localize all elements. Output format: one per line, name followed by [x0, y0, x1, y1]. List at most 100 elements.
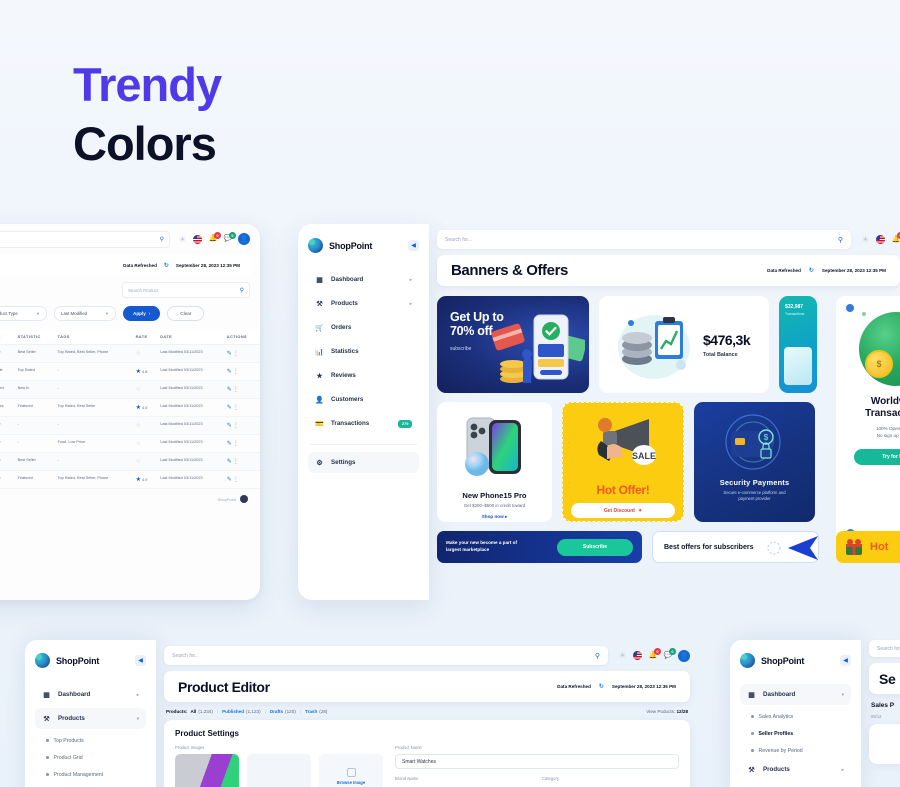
edit-icon[interactable]: ✎	[227, 459, 232, 465]
table-row[interactable]: $220ElectronicsSimpleBest Seller-☆ Last …	[0, 452, 260, 471]
tab-drafts[interactable]: Drafts	[270, 709, 283, 714]
clear-button[interactable]: Clear	[167, 306, 205, 321]
table-column-header[interactable]: DATE	[157, 329, 224, 345]
sidebar-item-orders[interactable]: 🛒Orders	[308, 317, 419, 338]
collapse-sidebar-button[interactable]: ◀	[840, 655, 851, 666]
table-column-header[interactable]: STATISTIC	[14, 329, 55, 345]
cell-actions[interactable]: ✎ ⋮	[223, 470, 260, 489]
refresh-icon[interactable]: ↻	[599, 683, 604, 690]
sidebar-item-reviews[interactable]: ★ Reviews	[308, 365, 419, 386]
search-icon[interactable]: ⚲	[160, 236, 164, 243]
cell-rate[interactable]: ☆	[132, 416, 158, 435]
banner-promo-card[interactable]: Get Up to 70% off subscribe	[437, 296, 589, 393]
search-input[interactable]: Search for... ⚲	[164, 646, 608, 665]
sidebar-item-transactions[interactable]: 💳 Transactions 279	[308, 413, 419, 434]
avatar[interactable]: 👤	[238, 233, 250, 245]
submenu-item-sales-analytics[interactable]: Sales Analytics	[751, 708, 851, 725]
cell-rate[interactable]: ☆	[132, 434, 158, 453]
edit-icon[interactable]: ✎	[227, 369, 232, 375]
sidebar-item-dashboard[interactable]: ▦ Dashboard ▸	[35, 684, 146, 705]
cell-actions[interactable]: ✎ ⋮	[223, 380, 260, 399]
tab-all[interactable]: All	[190, 709, 196, 714]
us-flag-icon[interactable]	[633, 651, 642, 660]
bell-icon[interactable]: 🔔 0	[891, 232, 900, 244]
more-options-icon[interactable]: ⋮	[233, 477, 239, 483]
subscribe-strip[interactable]: Make your new become a part of largest m…	[437, 531, 642, 563]
edit-icon[interactable]: ✎	[227, 477, 232, 483]
sidebar-item-products[interactable]: ⚒ Products ▸	[308, 293, 419, 314]
get-discount-button[interactable]: Get Discount ✦	[571, 503, 675, 518]
table-row[interactable]: $120FashionSimple--☆ Last Modified 03/11…	[0, 416, 260, 435]
cell-actions[interactable]: ✎ ⋮	[223, 362, 260, 381]
sidebar-item-settings[interactable]: ⚙ Settings	[308, 452, 419, 473]
cell-rate[interactable]: ★ 4.9	[132, 470, 158, 489]
edit-icon[interactable]: ✎	[227, 441, 232, 447]
cell-actions[interactable]: ✎ ⋮	[223, 434, 260, 453]
edit-icon[interactable]: ✎	[227, 387, 232, 393]
more-options-icon[interactable]: ⋮	[233, 423, 239, 429]
more-options-icon[interactable]: ⋮	[233, 459, 239, 465]
more-options-icon[interactable]: ⋮	[233, 441, 239, 447]
us-flag-icon[interactable]	[876, 235, 885, 244]
sun-icon[interactable]: ☀	[618, 651, 627, 660]
table-row[interactable]: $280ElectronicsSimpleBest SellerTop Rate…	[0, 344, 260, 363]
cell-rate[interactable]: ☆	[132, 380, 158, 399]
table-column-header[interactable]: TYPE	[0, 329, 15, 345]
more-options-icon[interactable]: ⋮	[233, 369, 239, 375]
cell-rate[interactable]: ★ 4.8	[132, 362, 158, 381]
more-options-icon[interactable]: ⋮	[233, 405, 239, 411]
collapse-sidebar-button[interactable]: ◀	[408, 240, 419, 251]
banner-hot-offer-card[interactable]: SALE Hot Offer! Get Discount ✦	[562, 402, 684, 522]
cell-rate[interactable]: ☆	[132, 344, 158, 363]
search-icon[interactable]: ⚲	[595, 652, 600, 660]
banner-phone-card[interactable]: New Phone15 Pro Get $200–$600 in credit …	[437, 402, 552, 522]
banner-security-card[interactable]: $ Security Payments Secure e-commerce pl…	[694, 402, 815, 522]
sidebar-item-orders[interactable]: 🛒Orders	[740, 783, 851, 787]
cell-actions[interactable]: ✎ ⋮	[223, 452, 260, 471]
tab-published[interactable]: Published	[222, 709, 244, 714]
submenu-item-revenue-by-period[interactable]: Revenue by Period	[751, 742, 851, 759]
hot-strip[interactable]: Hot	[836, 531, 900, 563]
sidebar-item-products[interactable]: ⚒ Products ▾	[35, 708, 146, 729]
sun-icon[interactable]: ☀	[178, 235, 187, 244]
submenu-item-top-products[interactable]: Top Products	[46, 732, 146, 749]
table-row[interactable]: $1.20Food & DrinksSimple-Food, Low Price…	[0, 434, 260, 453]
shop-now-link[interactable]: Shop now ▸	[445, 514, 544, 520]
banner-transactions-card[interactable]: $32,987 Transactions	[779, 296, 817, 393]
sidebar-item-dashboard[interactable]: ▦ Dashboard ▸	[308, 269, 419, 290]
cell-actions[interactable]: ✎ ⋮	[223, 344, 260, 363]
submenu-item-product-categories[interactable]: Product Categories	[46, 783, 146, 787]
search-icon[interactable]: ⚲	[240, 287, 244, 294]
brand[interactable]: ShopPoint ◀	[740, 653, 851, 668]
brand[interactable]: ShopPoint ◀	[308, 238, 419, 253]
submenu-item-seller-profiles[interactable]: Seller Profiles	[751, 725, 851, 742]
sidebar-item-statistics[interactable]: 📊 Statistics	[308, 341, 419, 362]
submenu-item-product-grid[interactable]: Product Grid	[46, 749, 146, 766]
table-row[interactable]: $460ElectronicsVariableTop Rated-★ 4.8La…	[0, 362, 260, 381]
product-image-thumb-empty[interactable]	[247, 754, 311, 787]
chat-icon[interactable]: 💬 0	[663, 648, 676, 660]
edit-icon[interactable]: ✎	[227, 351, 232, 357]
more-options-icon[interactable]: ⋮	[233, 387, 239, 393]
submenu-item-product-management[interactable]: Product Management	[46, 766, 146, 783]
filter-last-modified[interactable]: Last Modified ▼	[54, 306, 116, 321]
bell-icon[interactable]: 🔔 0	[648, 648, 661, 660]
search-input[interactable]: Search for...	[869, 640, 900, 657]
chat-icon[interactable]: 💬 0	[223, 231, 236, 244]
tab-trash[interactable]: Trash	[305, 709, 317, 714]
sidebar-item-products[interactable]: ⚒ Products ▸	[740, 759, 851, 780]
best-offers-strip[interactable]: Best offers for subscribers	[652, 531, 819, 563]
edit-icon[interactable]: ✎	[227, 405, 232, 411]
table-column-header[interactable]: RATE	[132, 329, 158, 345]
table-column-header[interactable]: TAGS	[54, 329, 133, 345]
us-flag-icon[interactable]	[193, 234, 202, 244]
avatar[interactable]: 👤	[678, 649, 690, 662]
subscribe-button[interactable]: Subscribe	[557, 538, 633, 556]
cell-actions[interactable]: ✎ ⋮	[223, 416, 260, 435]
sidebar-item-dashboard[interactable]: ▦ Dashboard ▾	[740, 684, 851, 705]
table-row[interactable]: $640ElectronicsSimpleFeaturedTop Rated, …	[0, 470, 260, 489]
product-name-input[interactable]: Smart Watches	[395, 754, 679, 769]
table-row[interactable]: $6.50Food & DrinksGroupedNew In-☆ Last M…	[0, 380, 260, 399]
refresh-icon[interactable]: ↻	[164, 262, 169, 269]
collapse-sidebar-button[interactable]: ◀	[135, 655, 146, 666]
